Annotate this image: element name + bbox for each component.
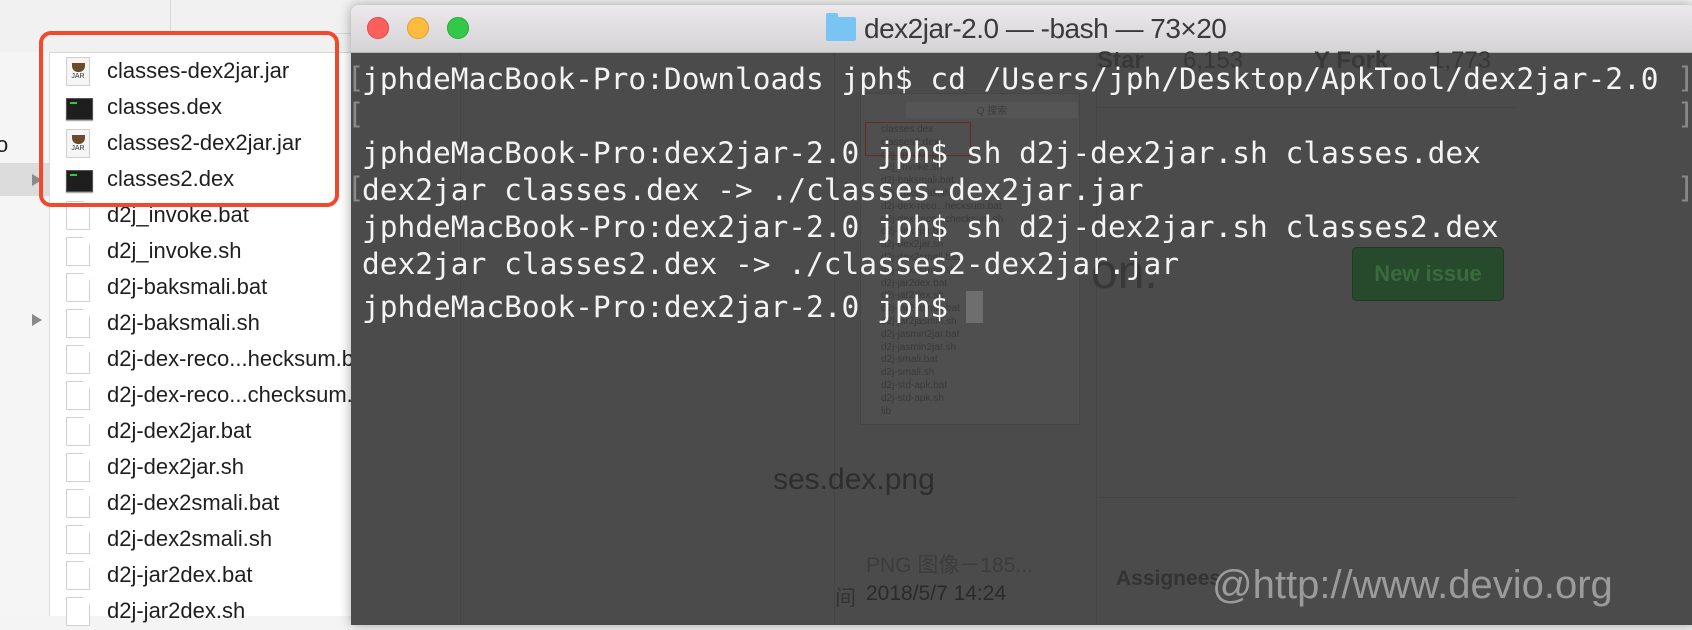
terminal-line-text: jphdeMacBook-Pro:Downloads jph$ cd /User… bbox=[362, 62, 1659, 96]
terminal-window: dex2jar-2.0 — -bash — 73×20 Star 6,153 Y… bbox=[351, 5, 1692, 625]
bracket: ] bbox=[1677, 97, 1692, 131]
file-name: d2j-baksmali.bat bbox=[107, 274, 268, 299]
mini-file-item: d2j-std-apk.sh bbox=[881, 392, 944, 404]
time-value: 2018/5/7 14:24 bbox=[866, 582, 1007, 605]
close-button[interactable] bbox=[367, 17, 389, 39]
terminal-output: jphdeMacBook-Pro:Downloads jph$ cd /User… bbox=[362, 61, 1659, 326]
document-icon bbox=[66, 525, 90, 554]
file-name: d2j-dex2jar.sh bbox=[107, 454, 244, 479]
mini-file-item: d2j-jasmin2jar.sh bbox=[881, 341, 957, 353]
document-icon bbox=[66, 561, 90, 590]
document-icon bbox=[66, 381, 90, 410]
file-name: d2j-dex2smali.sh bbox=[107, 526, 273, 551]
file-name: d2j-dex-reco...hecksum.bat bbox=[107, 346, 373, 371]
file-name: d2j-jar2dex.sh bbox=[107, 598, 246, 623]
title-text: dex2jar-2.0 — -bash — 73×20 bbox=[864, 13, 1227, 44]
terminal-line: dex2jar classes2.dex -> ./classes2-dex2j… bbox=[362, 246, 1659, 283]
terminal-titlebar[interactable]: dex2jar-2.0 — -bash — 73×20 bbox=[351, 5, 1692, 53]
file-name: d2j_invoke.sh bbox=[107, 238, 242, 263]
terminal-line: jphdeMacBook-Pro:dex2jar-2.0 jph$ sh d2j… bbox=[362, 209, 1659, 246]
terminal-line: jphdeMacBook-Pro:Downloads jph$ cd /User… bbox=[362, 61, 1659, 98]
document-icon bbox=[66, 453, 90, 482]
disclosure-arrow-icon[interactable] bbox=[32, 314, 42, 326]
terminal-content[interactable]: Star 6,153 Y Fork 1,773 on. New issue Q … bbox=[351, 47, 1692, 625]
mini-file-item: d2j-std-apk.bat bbox=[881, 380, 948, 391]
finder-window: o JAR classes-dex2jar.jar classes.dex JAR cl… bbox=[0, 0, 376, 626]
bracket: ] bbox=[1677, 61, 1692, 95]
zoom-button[interactable] bbox=[447, 17, 469, 39]
bracket: ] bbox=[1677, 171, 1692, 205]
terminal-line-text: jphdeMacBook-Pro:dex2jar-2.0 jph$ sh d2j… bbox=[362, 136, 1481, 170]
file-name: d2j-dex2jar.bat bbox=[107, 418, 252, 443]
terminal-line-text: dex2jar classes2.dex -> ./classes2-dex2j… bbox=[362, 247, 1179, 281]
window-title: dex2jar-2.0 — -bash — 73×20 bbox=[826, 13, 1227, 45]
terminal-line: dex2jar classes.dex -> ./classes-dex2jar… bbox=[362, 172, 1659, 209]
file-name: d2j-baksmali.sh bbox=[107, 310, 260, 335]
minimize-button[interactable] bbox=[407, 17, 429, 39]
mini-file-item: d2j-smali.bat bbox=[881, 354, 938, 366]
highlight-box bbox=[39, 31, 339, 207]
time-label: 间 bbox=[835, 587, 856, 610]
file-name: d2j-jar2dex.bat bbox=[107, 562, 253, 587]
document-icon bbox=[66, 417, 90, 446]
mini-file-item: d2j-jasmin2jar.bat bbox=[881, 328, 960, 340]
text-cursor bbox=[965, 291, 983, 323]
assignees-label: Assignees bbox=[1116, 567, 1222, 590]
document-icon bbox=[66, 489, 90, 518]
folder-icon bbox=[826, 13, 856, 41]
file-name: d2j-dex-reco...checksum.sh bbox=[107, 382, 376, 407]
document-icon bbox=[66, 273, 90, 302]
file-name-fragment: ses.dex.png bbox=[773, 463, 935, 496]
document-icon bbox=[66, 237, 90, 266]
terminal-line-text: dex2jar classes.dex -> ./classes-dex2jar… bbox=[362, 173, 1144, 207]
mini-file-item: lib bbox=[881, 405, 892, 417]
document-icon bbox=[66, 309, 90, 338]
terminal-line: jphdeMacBook-Pro:dex2jar-2.0 jph$ sh d2j… bbox=[362, 135, 1659, 172]
watermark: @http://www.devio.org bbox=[1212, 563, 1613, 607]
document-icon bbox=[66, 597, 90, 626]
file-kind: PNG 图像－185... bbox=[866, 554, 1033, 577]
file-name: d2j-dex2smali.bat bbox=[107, 490, 280, 515]
sidebar-item-fragment[interactable]: o bbox=[0, 132, 8, 158]
terminal-line-text: jphdeMacBook-Pro:dex2jar-2.0 jph$ sh d2j… bbox=[362, 210, 1499, 244]
mini-file-item: d2j-smali.sh bbox=[881, 367, 935, 379]
terminal-line: jphdeMacBook-Pro:dex2jar-2.0 jph$ bbox=[362, 289, 1659, 326]
document-icon bbox=[66, 345, 90, 374]
terminal-line-text: jphdeMacBook-Pro:dex2jar-2.0 jph$ bbox=[362, 290, 966, 324]
